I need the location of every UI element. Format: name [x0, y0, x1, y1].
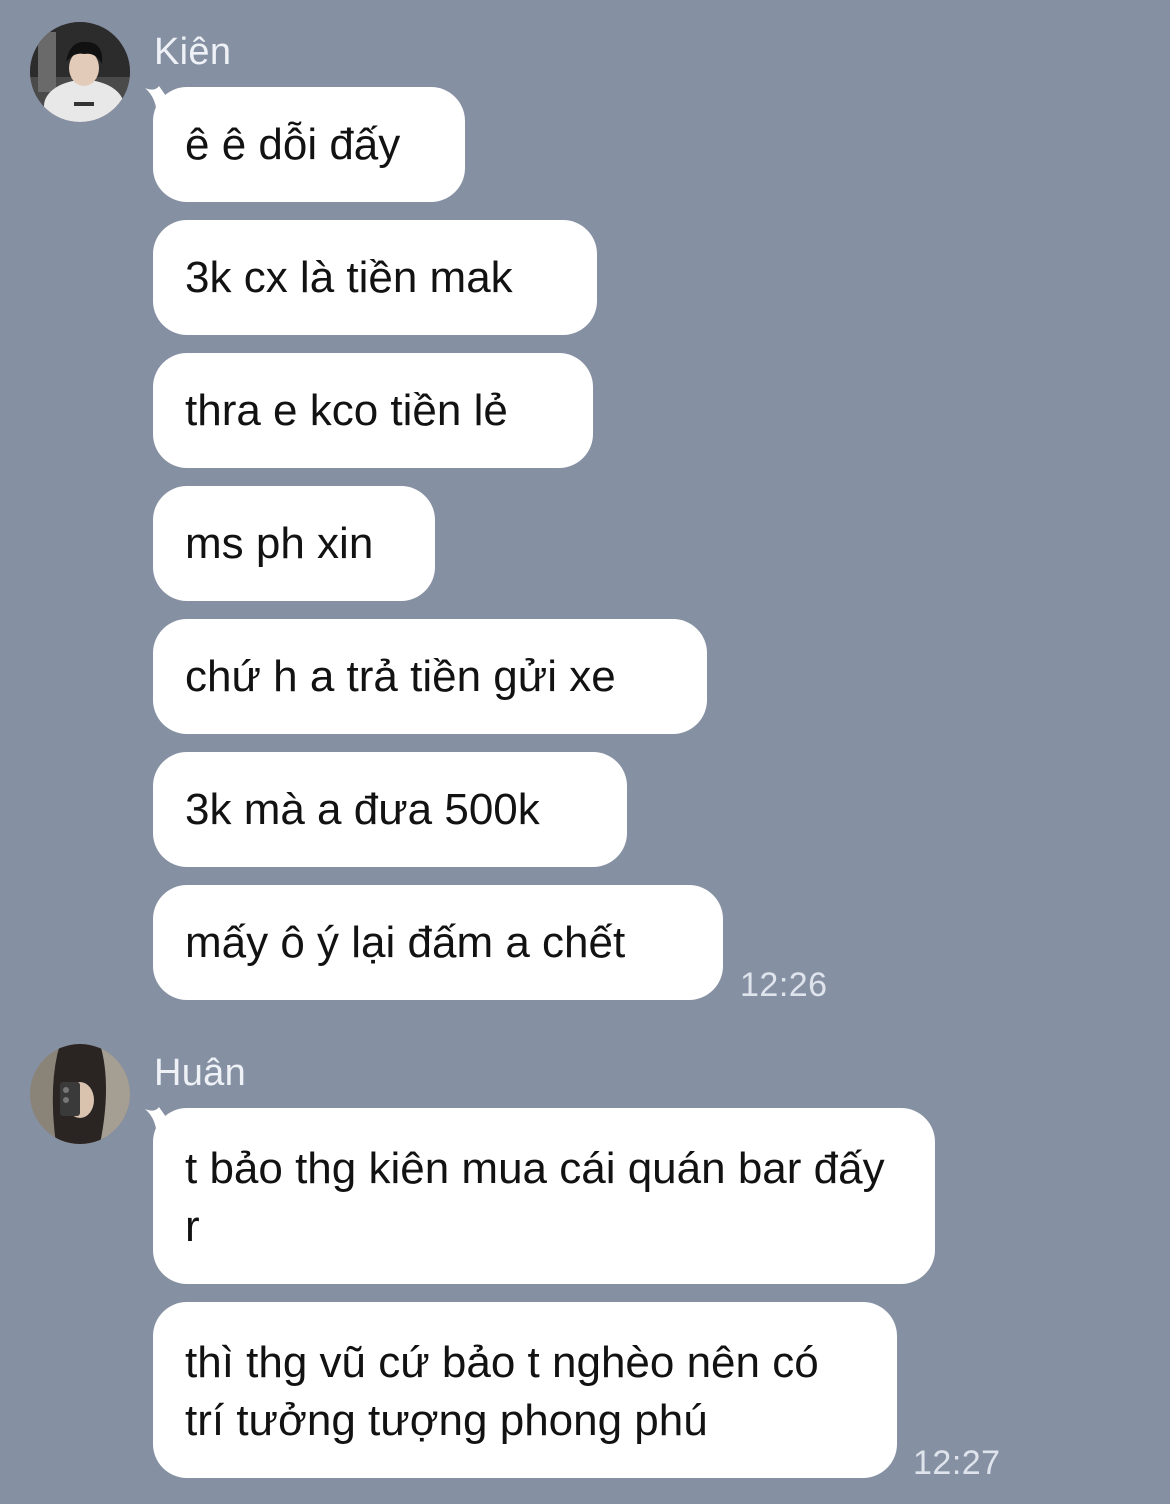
- message-bubble[interactable]: 3k cx là tiền mak: [153, 220, 597, 335]
- sender-name: Huân: [154, 1052, 247, 1094]
- message-bubble[interactable]: thra e kco tiền lẻ: [153, 353, 593, 468]
- message-bubble[interactable]: 3k mà a đưa 500k: [153, 752, 627, 867]
- message-bubble[interactable]: thì thg vũ cứ bảo t nghèo nên có trí tưở…: [153, 1302, 897, 1478]
- message-bubble[interactable]: ê ê dỗi đấy: [153, 87, 465, 202]
- message-timestamp: 12:26: [740, 966, 828, 1004]
- message-bubble[interactable]: mấy ô ý lại đấm a chết: [153, 885, 723, 1000]
- message-timestamp: 12:27: [913, 1444, 1001, 1482]
- avatar-kien[interactable]: [30, 22, 130, 122]
- message-bubble[interactable]: chứ h a trả tiền gửi xe: [153, 619, 707, 734]
- avatar-huan[interactable]: [30, 1044, 130, 1144]
- sender-name: Kiên: [154, 31, 232, 73]
- message-bubble[interactable]: ms ph xin: [153, 486, 435, 601]
- message-bubble[interactable]: t bảo thg kiên mua cái quán bar đấy r: [153, 1108, 935, 1284]
